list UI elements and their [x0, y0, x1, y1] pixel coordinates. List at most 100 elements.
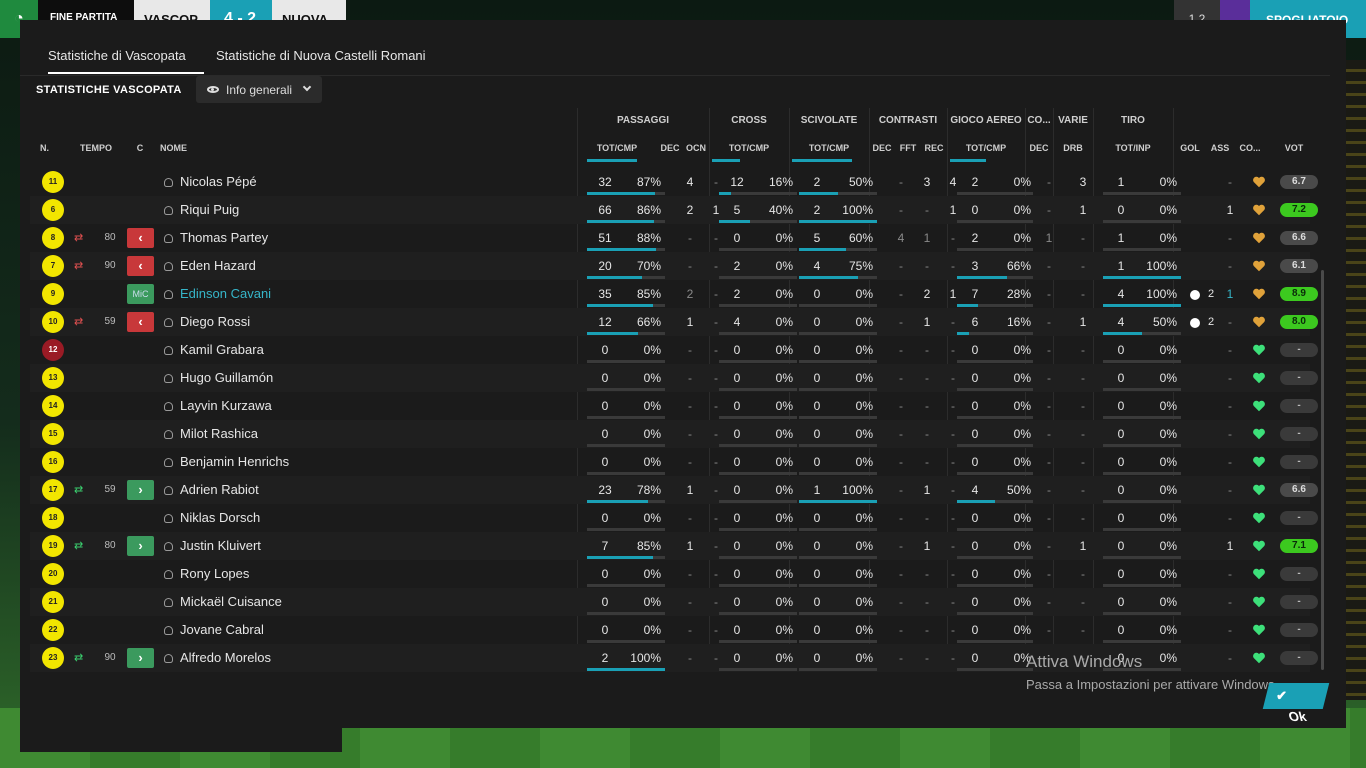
player-profile-icon[interactable] — [164, 374, 173, 383]
con-fft: 2 — [923, 287, 931, 301]
player-rating: 7.2 — [1280, 203, 1318, 217]
player-profile-icon[interactable] — [164, 430, 173, 439]
col-tiro-totinp[interactable]: TOT/INP — [1093, 143, 1173, 153]
tackles-pct: 50% — [848, 175, 873, 189]
con-fft: 1 — [923, 315, 931, 329]
col-co-dec[interactable]: DEC — [1025, 143, 1053, 153]
col-cross-totcmp[interactable]: TOT/CMP — [709, 143, 789, 153]
col-con-fft[interactable]: FFT — [895, 143, 921, 153]
table-row[interactable]: 13 Hugo Guillamón 0 0% - -0 0% 0 0% - - -0 0% - -0 0% - - — [30, 364, 1318, 392]
col-pass-ocn[interactable]: OCN — [683, 143, 709, 153]
table-row[interactable]: 17 ⇄ 59 › Adrien Rabiot 23 78% 1 - 0 0% 1 100% - 1 - 4 50… — [30, 476, 1318, 504]
col-pass-totcmp[interactable]: TOT/CMP — [577, 143, 657, 153]
col-con-dec[interactable]: DEC — [869, 143, 895, 153]
player-profile-icon[interactable] — [164, 458, 173, 467]
player-profile-icon[interactable] — [164, 318, 173, 327]
table-row[interactable]: 6 Riqui Puig 66 86% 2 1 5 40% 2 100% - -1 0 0% -1 0 0% 1 7… — [30, 196, 1318, 224]
table-row[interactable]: 15 Milot Rashica 0 0% - -0 0% 0 0% - - -0 0% - -0 0% - - — [30, 420, 1318, 448]
player-name: Jovane Cabral — [180, 622, 264, 637]
passes-total: 0 — [601, 623, 609, 637]
table-row[interactable]: 9 MiC Edinson Cavani 35 85% 2-2 0% 0 0% -2 1 7 28% - -… — [30, 280, 1318, 308]
player-profile-icon[interactable] — [164, 346, 173, 355]
player-name: Layvin Kurzawa — [180, 398, 272, 413]
player-profile-icon[interactable] — [164, 234, 173, 243]
passes-pct: 0% — [643, 371, 661, 385]
con-dec: 4 — [897, 231, 905, 245]
player-profile-icon[interactable] — [164, 654, 173, 663]
view-dropdown[interactable]: Info generali — [196, 76, 322, 103]
table-row[interactable]: 14 Layvin Kurzawa 0 0% - -0 0% 0 0% - - -0 0% - -0 0% - - — [30, 392, 1318, 420]
assists: - — [1228, 567, 1232, 581]
sub-out-icon: ⇄ — [74, 232, 84, 244]
morale-heart-icon — [1252, 315, 1266, 329]
table-row[interactable]: 10 ⇄ 59 ‹ Diego Rossi 12 66% 1-4 0% 0 0% -1-6 16% -1 4… — [30, 308, 1318, 336]
passes-pct: 78% — [636, 483, 661, 497]
ok-button[interactable]: ✔ Ok — [1262, 683, 1330, 724]
player-profile-icon[interactable] — [164, 486, 173, 495]
aerial-total: 0 — [971, 623, 979, 637]
table-scrollbar[interactable] — [1321, 270, 1324, 670]
dribbles: - — [1081, 399, 1085, 413]
shots-total: 0 — [1117, 455, 1125, 469]
co-dec: - — [1047, 483, 1051, 497]
group-cross: CROSS — [731, 115, 767, 126]
col-ass[interactable]: ASS — [1205, 143, 1235, 153]
player-profile-icon[interactable] — [164, 178, 173, 187]
player-profile-icon[interactable] — [164, 290, 173, 299]
morale-heart-icon — [1252, 259, 1266, 273]
player-profile-icon[interactable] — [164, 514, 173, 523]
subbed-on-badge: › — [127, 480, 154, 500]
tackles-pct: 0% — [855, 371, 873, 385]
table-row[interactable]: 12 Kamil Grabara 0 0% - -0 0% 0 0% - - -0 0% - -0 0% - - — [30, 336, 1318, 364]
co-dec: - — [1047, 259, 1051, 273]
player-name: Edinson Cavani — [180, 286, 272, 301]
tackles-pct: 0% — [855, 315, 873, 329]
player-profile-icon[interactable] — [164, 570, 173, 579]
col-number[interactable]: N. — [40, 143, 49, 153]
shirt-number-icon: 12 — [42, 339, 64, 361]
con-fft: - — [925, 203, 929, 217]
player-profile-icon[interactable] — [164, 262, 173, 271]
col-c[interactable]: C — [132, 143, 148, 153]
tab-home-stats[interactable]: Statistiche di Vascopata — [48, 48, 186, 63]
col-aereo-totcmp[interactable]: TOT/CMP — [947, 143, 1025, 153]
assists: 1 — [1226, 539, 1234, 553]
col-con-rec[interactable]: REC — [921, 143, 947, 153]
col-tempo[interactable]: TEMPO — [76, 143, 116, 153]
player-profile-icon[interactable] — [164, 626, 173, 635]
aerial-total: 4 — [971, 483, 979, 497]
table-row[interactable]: 7 ⇄ 90 ‹ Eden Hazard 20 70% - -2 0% 4 75% - - -3 66% - -1… — [30, 252, 1318, 280]
table-row[interactable]: 11 Nicolas Pépé 32 87% 4-12 16% 2 50% -3 4 2 0% -3 1 0… — [30, 168, 1318, 196]
col-drb[interactable]: DRB — [1053, 143, 1093, 153]
player-profile-icon[interactable] — [164, 542, 173, 551]
player-rating: - — [1280, 567, 1318, 581]
group-tiro: TIRO — [1121, 115, 1145, 126]
player-name: Benjamin Henrichs — [180, 454, 290, 469]
col-co2[interactable]: CO... — [1235, 143, 1265, 153]
player-profile-icon[interactable] — [164, 402, 173, 411]
pass-dec: 2 — [686, 287, 694, 301]
col-vot[interactable]: VOT — [1274, 143, 1314, 153]
table-row[interactable]: 19 ⇄ 80 › Justin Kluivert 7 85% 1-0 0% 0 0% -1-0 0% -… — [30, 532, 1318, 560]
player-of-match-badge: MiC — [127, 284, 154, 304]
table-row[interactable]: 21 Mickaël Cuisance 0 0% - - 0 0% 0 0% - - - 0 0% - - 0 0%… — [30, 588, 1318, 616]
con-fft: - — [925, 427, 929, 441]
table-row[interactable]: 16 Benjamin Henrichs 0 0% - - 0 0% 0 0% - - - 0 0% - - 0 0… — [30, 448, 1318, 476]
shots-pct: 0% — [1159, 203, 1177, 217]
table-row[interactable]: 8 ⇄ 80 ‹ Thomas Partey 51 88% - -0 0% 5 60% 4 1-2 0% 1-… — [30, 224, 1318, 252]
dribbles: 1 — [1079, 315, 1087, 329]
player-profile-icon[interactable] — [164, 598, 173, 607]
shots-total: 0 — [1117, 595, 1125, 609]
player-profile-icon[interactable] — [164, 206, 173, 215]
col-pass-dec[interactable]: DEC — [657, 143, 683, 153]
col-sciv-totcmp[interactable]: TOT/CMP — [789, 143, 869, 153]
table-row[interactable]: 22 Jovane Cabral 0 0% - -0 0% 0 0% - - -0 0% - -0 0% - - — [30, 616, 1318, 644]
tab-away-stats[interactable]: Statistiche di Nuova Castelli Romani — [216, 48, 426, 63]
tackles-total: 4 — [813, 259, 821, 273]
passes-pct: 0% — [643, 399, 661, 413]
col-nome[interactable]: NOME — [160, 143, 187, 153]
shots-pct: 0% — [1159, 595, 1177, 609]
table-row[interactable]: 18 Niklas Dorsch 0 0% - -0 0% 0 0% - - -0 0% - -0 0% - - — [30, 504, 1318, 532]
col-gol[interactable]: GOL — [1175, 143, 1205, 153]
table-row[interactable]: 20 Rony Lopes 0 0% - -0 0% 0 0% - - -0 0% - -0 0% - - — [30, 560, 1318, 588]
